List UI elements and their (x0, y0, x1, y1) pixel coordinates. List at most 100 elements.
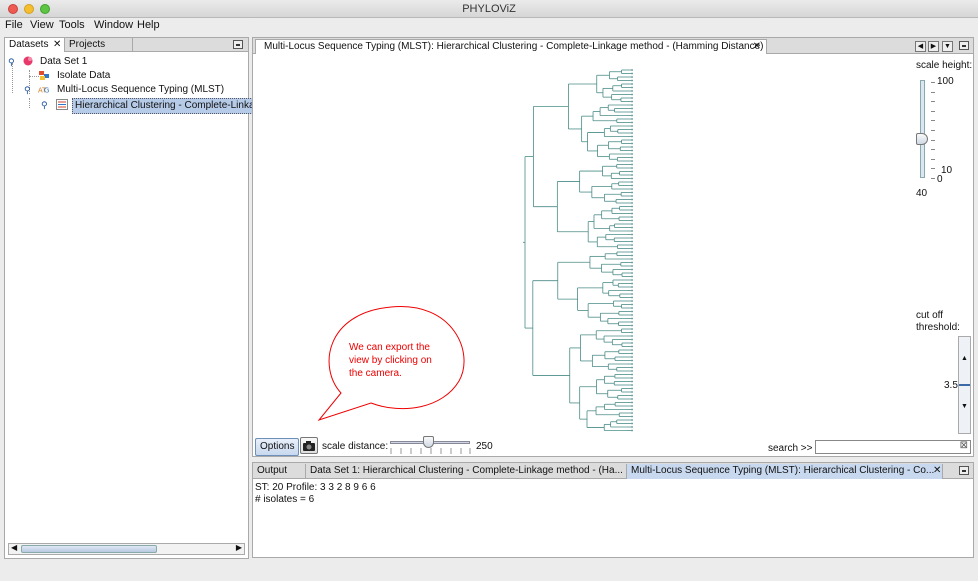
leaf-node[interactable] (631, 426, 633, 428)
leaf-node[interactable] (631, 328, 633, 330)
leaf-node[interactable] (631, 216, 633, 218)
leaf-node[interactable] (631, 146, 633, 148)
leaf-node[interactable] (631, 198, 633, 201)
close-icon[interactable]: ✕ (753, 40, 761, 54)
leaf-node[interactable] (631, 205, 633, 208)
leaf-node[interactable] (631, 188, 633, 190)
menu-file[interactable]: File (5, 19, 23, 31)
leaf-node[interactable] (631, 377, 633, 379)
leaf-node[interactable] (631, 387, 633, 390)
leaf-node[interactable] (631, 286, 633, 288)
leaf-node[interactable] (631, 405, 633, 407)
leaf-node[interactable] (631, 86, 633, 89)
leaf-node[interactable] (631, 156, 633, 159)
scroll-left-icon[interactable]: ◀ (11, 543, 17, 552)
decrement-icon[interactable]: ▼ (961, 403, 968, 410)
leaf-node[interactable] (631, 90, 633, 92)
leaf-node[interactable] (631, 338, 633, 341)
leaf-node[interactable] (631, 370, 633, 372)
menu-help[interactable]: Help (137, 19, 160, 31)
leaf-node[interactable] (631, 251, 633, 253)
tab-dendrogram[interactable]: Multi-Locus Sequence Typing (MLST): Hier… (255, 39, 767, 54)
leaf-node[interactable] (631, 275, 633, 278)
leaf-node[interactable] (631, 373, 633, 376)
menu-view[interactable]: View (30, 19, 54, 31)
leaf-node[interactable] (631, 314, 633, 316)
leaf-node[interactable] (631, 195, 633, 197)
leaf-node[interactable] (631, 114, 633, 117)
leaf-node[interactable] (631, 237, 633, 239)
leaf-node[interactable] (631, 100, 633, 103)
leaf-node[interactable] (631, 93, 633, 96)
scale-distance-slider-thumb[interactable] (423, 436, 434, 448)
leaf-node[interactable] (631, 419, 633, 421)
expand-toggle-icon[interactable]: ⚲ (8, 55, 15, 69)
leaf-node[interactable] (631, 104, 633, 106)
search-input[interactable]: ⊠ (815, 440, 971, 454)
leaf-node[interactable] (631, 366, 633, 369)
options-button[interactable]: Options (255, 438, 300, 456)
leaf-node[interactable] (631, 72, 633, 75)
leaf-node[interactable] (631, 247, 633, 250)
leaf-node[interactable] (631, 293, 633, 295)
leaf-node[interactable] (631, 272, 633, 274)
leaf-node[interactable] (631, 412, 633, 414)
leaf-node[interactable] (631, 282, 633, 285)
leaf-node[interactable] (631, 226, 633, 229)
leaf-node[interactable] (631, 153, 633, 155)
increment-icon[interactable]: ▲ (961, 355, 968, 362)
leaf-node[interactable] (631, 135, 633, 138)
leaf-node[interactable] (631, 300, 633, 302)
leaf-node[interactable] (631, 335, 633, 337)
leaf-node[interactable] (631, 132, 633, 134)
leaf-node[interactable] (631, 415, 633, 418)
leaf-node[interactable] (631, 230, 633, 232)
leaf-node[interactable] (631, 401, 633, 404)
leaf-node[interactable] (631, 97, 633, 99)
leaf-node[interactable] (631, 324, 633, 327)
tab-dataset-clustering[interactable]: Data Set 1: Hierarchical Clustering - Co… (306, 464, 627, 479)
leaf-node[interactable] (631, 261, 633, 264)
close-icon[interactable]: ✕ (933, 464, 941, 478)
leaf-node[interactable] (631, 107, 633, 110)
export-snapshot-button[interactable] (300, 437, 318, 454)
leaf-node[interactable] (631, 317, 633, 320)
menu-window[interactable]: Window (94, 19, 133, 31)
maximize-panel-button[interactable] (959, 41, 969, 50)
leaf-node[interactable] (631, 363, 633, 365)
leaf-node[interactable] (631, 384, 633, 386)
leaf-node[interactable] (631, 342, 633, 344)
leaf-node[interactable] (631, 254, 633, 257)
scroll-tabs-left-icon[interactable]: ◀ (915, 41, 926, 52)
leaf-node[interactable] (631, 69, 633, 71)
leaf-node[interactable] (631, 268, 633, 271)
leaf-node[interactable] (631, 279, 633, 281)
tab-list-dropdown-icon[interactable]: ▼ (942, 41, 953, 52)
leaf-node[interactable] (631, 209, 633, 211)
clear-search-icon[interactable]: ⊠ (960, 440, 968, 451)
leaf-node[interactable] (631, 422, 633, 425)
leaf-node[interactable] (631, 345, 633, 348)
leaf-node[interactable] (631, 121, 633, 124)
leaf-node[interactable] (631, 223, 633, 225)
leaf-node[interactable] (631, 219, 633, 222)
horizontal-scrollbar[interactable]: ◀ ▶ (8, 543, 245, 555)
leaf-node[interactable] (631, 170, 633, 173)
leaf-node[interactable] (631, 139, 633, 141)
leaf-node[interactable] (631, 181, 633, 183)
leaf-node[interactable] (631, 128, 633, 131)
leaf-node[interactable] (631, 303, 633, 306)
tab-mlst-clustering[interactable]: Multi-Locus Sequence Typing (MLST): Hier… (627, 464, 943, 479)
leaf-node[interactable] (631, 391, 633, 393)
expand-toggle-icon[interactable]: ⚲ (41, 98, 48, 112)
leaf-node[interactable] (631, 76, 633, 78)
scroll-right-icon[interactable]: ▶ (236, 543, 242, 552)
leaf-node[interactable] (631, 265, 633, 267)
leaf-node[interactable] (631, 429, 633, 432)
tab-output[interactable]: Output (253, 464, 306, 479)
expand-toggle-icon[interactable]: ⚲ (24, 83, 31, 97)
leaf-node[interactable] (631, 125, 633, 127)
leaf-node[interactable] (631, 289, 633, 292)
cutoff-threshold-spinner[interactable]: ▲ ▼ (958, 336, 971, 434)
leaf-node[interactable] (631, 83, 633, 85)
